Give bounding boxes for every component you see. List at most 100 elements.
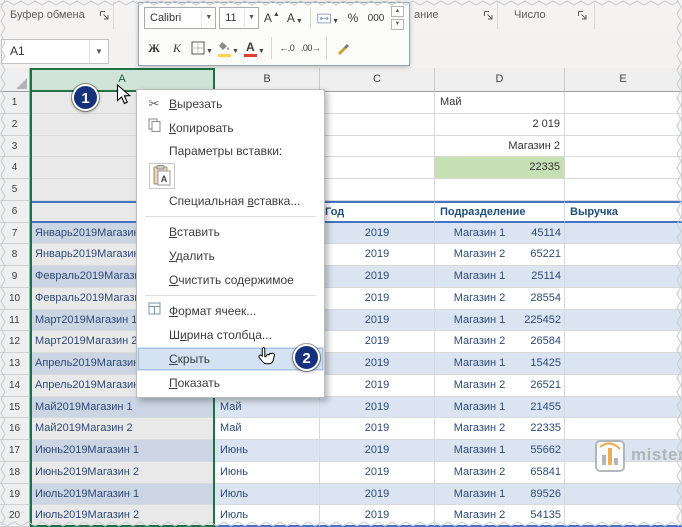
menu-item-format-cells[interactable]: Формат ячеек...	[137, 299, 324, 323]
menu-item-unhide[interactable]: Показать	[137, 371, 324, 395]
bold-button[interactable]: Ж	[144, 37, 164, 59]
cell-A19[interactable]: Июль2019Магазин 1	[30, 484, 215, 506]
name-box[interactable]: A1 ▼	[1, 39, 109, 64]
cell-D1[interactable]: Май	[435, 92, 565, 114]
cell-E15[interactable]: 21455	[565, 397, 682, 419]
cell-E1[interactable]	[565, 92, 682, 114]
row-header-19[interactable]: 19	[0, 484, 30, 506]
chevron-down-icon[interactable]: ▼	[201, 9, 215, 27]
cell-C6[interactable]: Год	[320, 201, 435, 223]
cell-C18[interactable]: 2019	[320, 462, 435, 484]
cell-E20[interactable]: 54135	[565, 505, 682, 527]
cell-E10[interactable]: 28554	[565, 288, 682, 310]
paste-option-button[interactable]: A	[149, 163, 175, 189]
select-all-corner[interactable]	[0, 68, 30, 92]
cell-E13[interactable]: 15425	[565, 353, 682, 375]
cell-E9[interactable]: 25114	[565, 266, 682, 288]
column-header-D[interactable]: D	[435, 68, 565, 92]
menu-item-paste-special[interactable]: Специальная вставка...	[137, 189, 324, 213]
row-header-13[interactable]: 13	[0, 353, 30, 375]
cell-E7[interactable]: 45114	[565, 223, 682, 245]
cell-B15[interactable]: Май	[215, 397, 320, 419]
menu-item-clear-contents[interactable]: Очистить содержимое	[137, 268, 324, 292]
font-color-button[interactable]: А ▼	[243, 37, 266, 59]
cell-C9[interactable]: 2019	[320, 266, 435, 288]
cell-E14[interactable]: 26521	[565, 375, 682, 397]
cell-B20[interactable]: Июль	[215, 505, 320, 527]
format-painter-button[interactable]	[332, 37, 352, 59]
cell-E12[interactable]: 26584	[565, 331, 682, 353]
cell-D2[interactable]: 2 019	[435, 114, 565, 136]
row-header-15[interactable]: 15	[0, 397, 30, 419]
cell-E19[interactable]: 89526	[565, 484, 682, 506]
name-box-dropdown-icon[interactable]: ▼	[89, 40, 108, 63]
cell-D6[interactable]: Подразделение	[435, 201, 565, 223]
row-header-4[interactable]: 4	[0, 157, 30, 179]
cell-E6[interactable]: Выручка	[565, 201, 682, 223]
row-header-3[interactable]: 3	[0, 136, 30, 158]
cell-C15[interactable]: 2019	[320, 397, 435, 419]
font-size-select[interactable]: 11 ▼	[219, 7, 259, 29]
cell-A15[interactable]: Май2019Магазин 1	[30, 397, 215, 419]
cell-C13[interactable]: 2019	[320, 353, 435, 375]
menu-item-delete[interactable]: Удалить	[137, 244, 324, 268]
dialog-launcher-clipboard-icon[interactable]	[99, 10, 111, 22]
cell-C10[interactable]: 2019	[320, 288, 435, 310]
row-header-7[interactable]: 7	[0, 223, 30, 245]
cell-C11[interactable]: 2019	[320, 310, 435, 332]
percent-style-button[interactable]: %	[343, 7, 363, 29]
cell-E2[interactable]	[565, 114, 682, 136]
cell-A16[interactable]: Май2019Магазин 2	[30, 418, 215, 440]
cell-C2[interactable]	[320, 114, 435, 136]
cell-C1[interactable]	[320, 92, 435, 114]
column-header-C[interactable]: C	[320, 68, 435, 92]
row-header-17[interactable]: 17	[0, 440, 30, 462]
cell-C12[interactable]: 2019	[320, 331, 435, 353]
row-header-5[interactable]: 5	[0, 179, 30, 201]
cell-B18[interactable]: Июнь	[215, 462, 320, 484]
row-header-2[interactable]: 2	[0, 114, 30, 136]
cell-C19[interactable]: 2019	[320, 484, 435, 506]
cell-C4[interactable]	[320, 157, 435, 179]
column-header-E[interactable]: E	[565, 68, 682, 92]
cell-C5[interactable]	[320, 179, 435, 201]
cell-D5[interactable]	[435, 179, 565, 201]
cell-E11[interactable]: 225452	[565, 310, 682, 332]
merge-center-button[interactable]: ▼	[316, 7, 340, 29]
cell-E3[interactable]	[565, 136, 682, 158]
cell-B19[interactable]: Июль	[215, 484, 320, 506]
row-header-16[interactable]: 16	[0, 418, 30, 440]
cell-E8[interactable]: 65221	[565, 244, 682, 266]
cell-D4[interactable]: 22335	[435, 157, 565, 179]
italic-button[interactable]: К	[167, 37, 187, 59]
menu-item-cut[interactable]: ✂Вырезать	[137, 92, 324, 116]
row-header-12[interactable]: 12	[0, 331, 30, 353]
cell-C17[interactable]: 2019	[320, 440, 435, 462]
row-header-1[interactable]: 1	[0, 92, 30, 114]
borders-button[interactable]: ▼	[190, 37, 214, 59]
cell-A18[interactable]: Июнь2019Магазин 2	[30, 462, 215, 484]
row-header-8[interactable]: 8	[0, 244, 30, 266]
cell-E5[interactable]	[565, 179, 682, 201]
menu-item-column-width[interactable]: Ширина столбца...	[137, 323, 324, 347]
row-header-20[interactable]: 20	[0, 505, 30, 527]
row-header-14[interactable]: 14	[0, 375, 30, 397]
shrink-font-button[interactable]: А▼	[285, 7, 305, 29]
menu-item-copy[interactable]: Копировать	[137, 116, 324, 140]
menu-item-insert[interactable]: Вставить	[137, 220, 324, 244]
cell-E4[interactable]	[565, 157, 682, 179]
row-header-11[interactable]: 11	[0, 310, 30, 332]
row-header-18[interactable]: 18	[0, 462, 30, 484]
increase-decimal-button[interactable]: ←.0	[277, 37, 297, 59]
mini-button-up[interactable]: ▲	[391, 6, 404, 17]
comma-style-button[interactable]: 000	[366, 7, 386, 29]
row-header-6[interactable]: 6	[0, 201, 30, 223]
cell-A17[interactable]: Июнь2019Магазин 1	[30, 440, 215, 462]
cell-B16[interactable]: Май	[215, 418, 320, 440]
cell-C16[interactable]: 2019	[320, 418, 435, 440]
chevron-down-icon[interactable]: ▼	[244, 9, 258, 27]
cell-B17[interactable]: Июнь	[215, 440, 320, 462]
dialog-launcher-number-icon[interactable]	[577, 10, 589, 22]
cell-C14[interactable]: 2019	[320, 375, 435, 397]
decrease-decimal-button[interactable]: .00→	[300, 37, 322, 59]
